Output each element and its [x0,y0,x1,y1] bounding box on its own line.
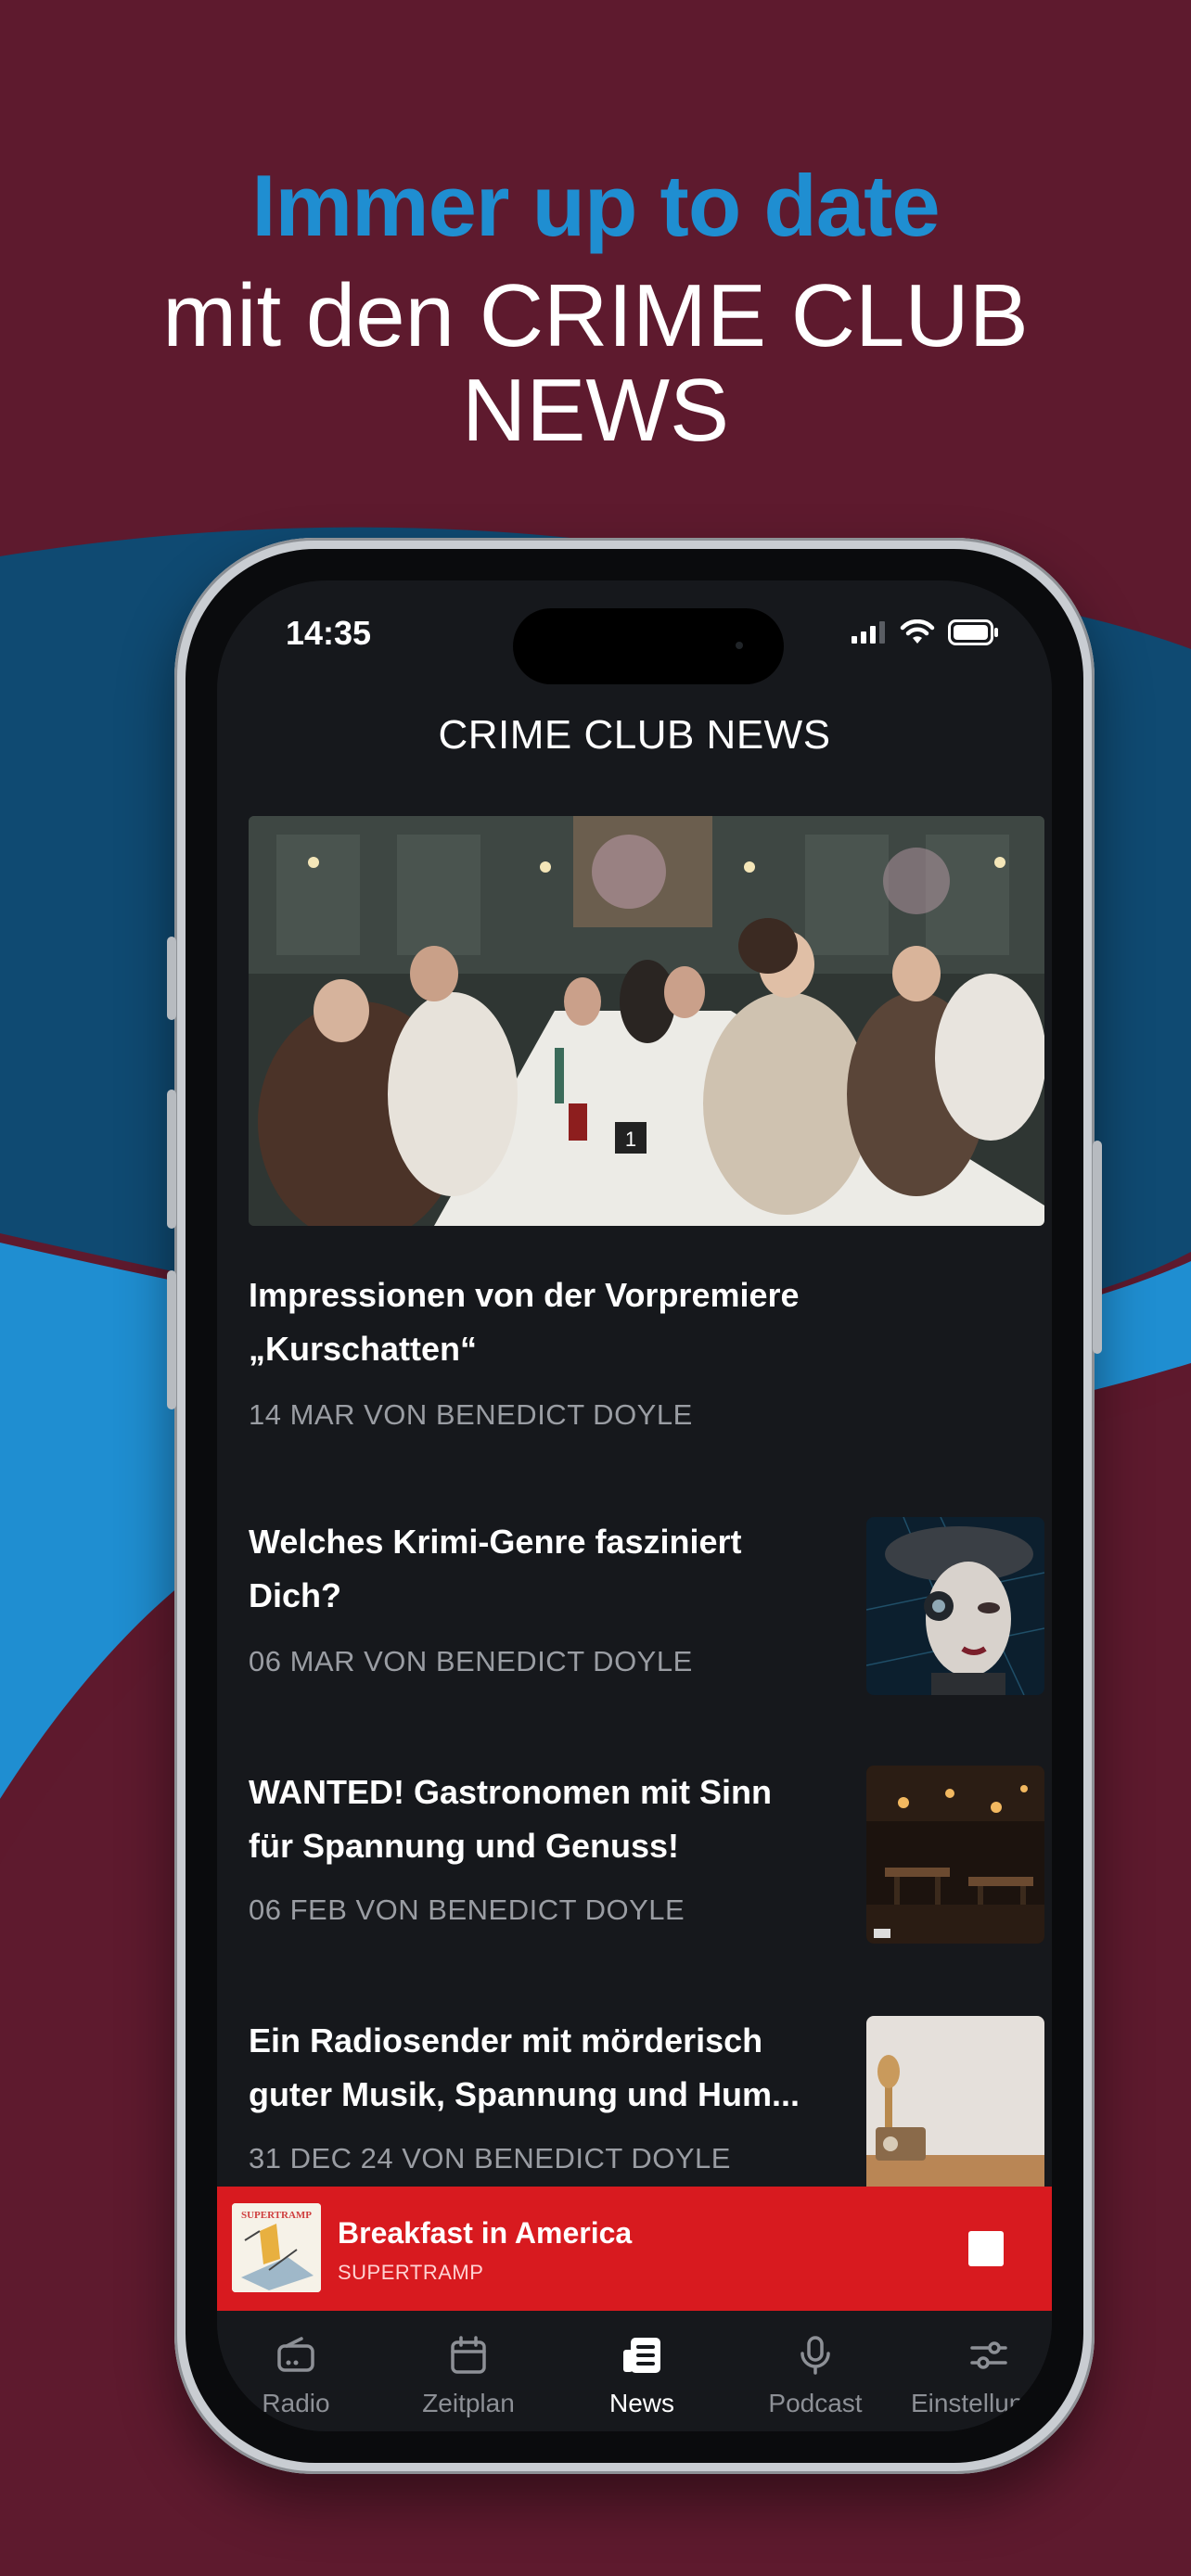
radio-icon [277,2337,314,2372]
newspaper-icon [623,2338,660,2373]
tab-label: Radio [262,2389,330,2417]
microphone-icon [800,2336,830,2375]
news-item-title[interactable]: WANTED! Gastronomen mit Sinn für Spannun… [249,1766,852,1873]
tab-bar: Radio Zeitplan News Podcast Einstellunge… [217,2311,1052,2431]
tab-einstellungen[interactable]: Einstellungen [901,2333,1052,2418]
news-item-title-line1: WANTED! Gastronomen mit Sinn [249,1773,773,1811]
tab-label: News [608,2389,674,2417]
featured-article-title[interactable]: Impressionen von der Vorpremiere „Kursch… [249,1269,954,1376]
news-item-meta: 06 FEB VON BENEDICT DOYLE [249,1894,685,1926]
phone-frame: 14:35 CRIME CLUB NEWS 1 Impressionen von… [167,538,1102,2474]
sliders-icon [970,2341,1007,2369]
track-artist: SUPERTRAMP [338,2261,484,2284]
featured-article-title-line1: Impressionen von der Vorpremiere [249,1276,800,1314]
phone-bezel: 14:35 CRIME CLUB NEWS 1 Impressionen von… [186,549,1083,2463]
signal-icon [852,621,885,644]
promo-headline-line2: mit den CRIME CLUB [162,266,1029,365]
tab-label: Zeitplan [422,2389,515,2417]
event-photo: 1 [249,816,1044,1226]
now-playing-bar[interactable]: SUPERTRAMP Breakfast in America SUPERTRA… [217,2187,1052,2311]
promo-headline-accent: Immer up to date [251,157,940,254]
album-cover-art: SUPERTRAMP [232,2203,321,2292]
restaurant-thumbnail-image [866,1766,1044,1944]
wifi-icon [900,619,935,644]
status-time: 14:35 [286,614,372,652]
tab-zeitplan[interactable]: Zeitplan [380,2333,557,2418]
album-cover: SUPERTRAMP [232,2203,321,2292]
news-item-title-line2: Dich? [249,1576,342,1614]
phone-volume-down-button [167,1270,176,1409]
news-item-title[interactable]: Welches Krimi-Genre fasziniert Dich? [249,1515,852,1623]
tab-label: Podcast [768,2389,863,2417]
phone-volume-up-button [167,1090,176,1229]
crime-genre-thumbnail-image [866,1517,1044,1695]
news-item-thumbnail[interactable] [866,2016,1044,2194]
album-cover-text: SUPERTRAMP [241,2210,312,2221]
radio-thumbnail-image [866,2016,1044,2194]
promo-headline-line3: NEWS [462,361,729,460]
news-item-title-line2: guter Musik, Spannung und Hum... [249,2075,800,2113]
tab-news[interactable]: News [554,2333,730,2418]
tab-label: Einstellungen [910,2389,1052,2417]
news-item-title-line2: für Spannung und Genuss! [249,1827,679,1865]
tab-podcast[interactable]: Podcast [727,2333,903,2418]
news-item-meta: 06 MAR VON BENEDICT DOYLE [249,1645,693,1677]
promo-headline: mit den CRIME CLUB NEWS [0,269,1191,458]
featured-article-title-line2: „Kurschatten“ [249,1330,478,1368]
tab-radio[interactable]: Radio [217,2333,384,2418]
phone-side-button [167,937,176,1020]
news-item-title-line1: Welches Krimi-Genre fasziniert [249,1523,742,1561]
battery-icon [948,619,998,645]
stop-button[interactable] [968,2231,1004,2266]
camera-dot [736,642,743,649]
status-icons [852,619,1000,645]
news-item-title[interactable]: Ein Radiosender mit mörderisch guter Mus… [249,2014,852,2122]
news-item-title-line1: Ein Radiosender mit mörderisch [249,2021,763,2060]
page-title: CRIME CLUB NEWS [438,712,831,758]
calendar-icon [451,2336,486,2374]
news-item-thumbnail[interactable] [866,1766,1044,1944]
dynamic-island [513,608,784,684]
app-screen: 14:35 CRIME CLUB NEWS 1 Impressionen von… [217,580,1052,2431]
svg-text:1: 1 [625,1128,636,1151]
featured-article-image[interactable]: 1 [249,816,1044,1226]
news-item-meta: 31 DEC 24 VON BENEDICT DOYLE [249,2142,731,2174]
track-title: Breakfast in America [338,2216,633,2250]
phone-power-button [1093,1141,1102,1354]
news-item-thumbnail[interactable] [866,1517,1044,1695]
featured-article-meta: 14 MAR VON BENEDICT DOYLE [249,1398,693,1431]
